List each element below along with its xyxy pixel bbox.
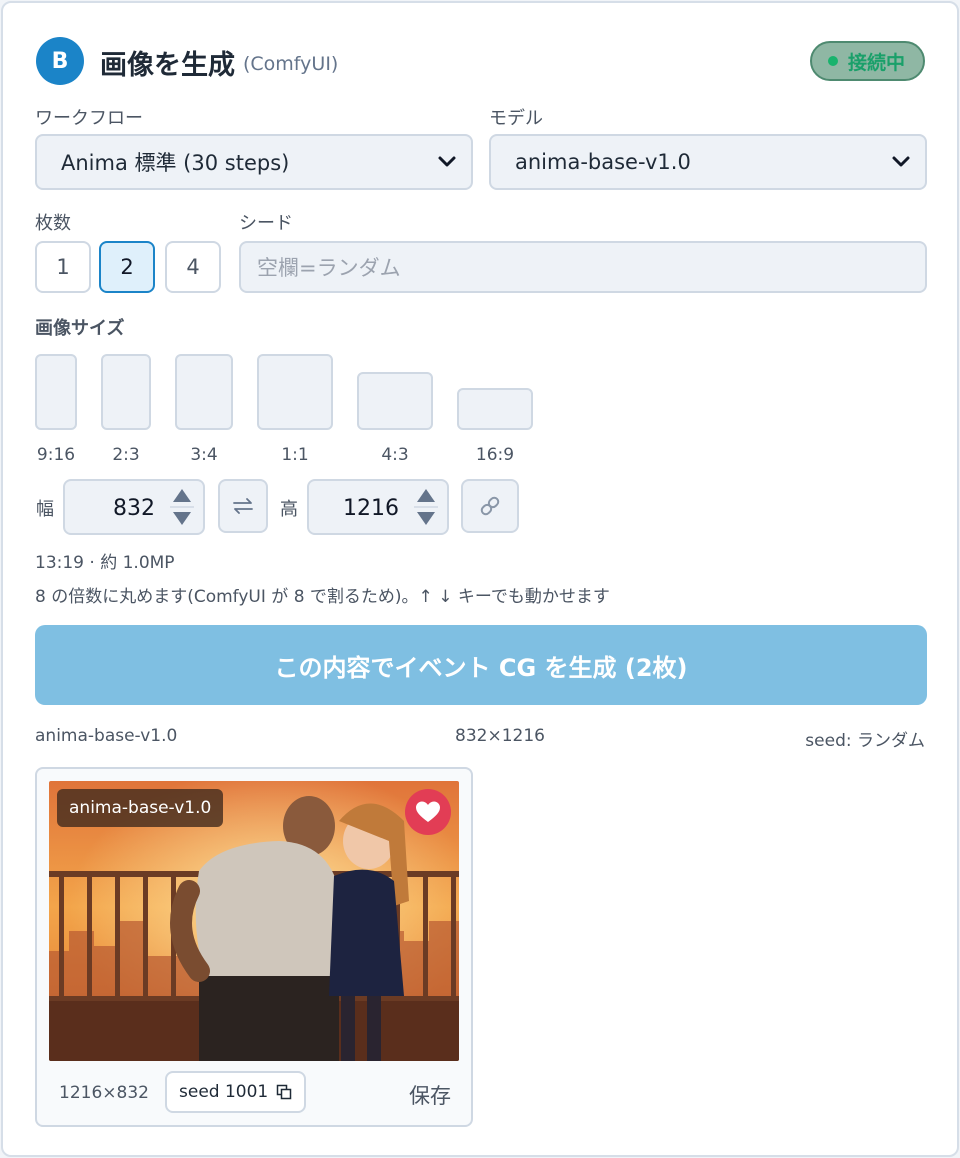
link-icon [480, 496, 500, 516]
size-summary: 13:19 · 約 1.0MP [35, 553, 175, 573]
generate-button[interactable]: この内容でイベント CG を生成 (2枚) [35, 625, 927, 705]
heart-icon [416, 801, 440, 822]
panel-subtitle: (ComfyUI) [243, 53, 339, 75]
ratio-label: 4:3 [381, 445, 409, 465]
height-label: 高 [280, 499, 298, 520]
favorite-button[interactable] [405, 789, 451, 835]
model-select[interactable]: anima-base-v1.0 [489, 134, 927, 190]
panel-badge: B [36, 37, 84, 85]
height-input[interactable]: 1216 [307, 479, 449, 535]
workflow-select[interactable]: Anima 標準 (30 steps) [35, 134, 473, 190]
swap-dimensions-button[interactable] [218, 479, 268, 533]
width-label: 幅 [36, 499, 54, 520]
chevron-down-icon [892, 156, 910, 167]
result-model: anima-base-v1.0 [35, 726, 178, 746]
ratio-label: 2:3 [112, 445, 140, 465]
status-dot-icon [827, 56, 838, 66]
seed-label: シード [239, 213, 293, 234]
ratio-3-4-button[interactable] [175, 354, 233, 430]
connection-status-badge: 接続中 [809, 41, 925, 81]
workflow-label: ワークフロー [35, 108, 143, 129]
status-text: 接続中 [847, 51, 905, 74]
ratio-label: 1:1 [281, 445, 309, 465]
image-size-label: 画像サイズ [35, 318, 125, 339]
image-model-tag: anima-base-v1.0 [57, 789, 224, 827]
generated-image[interactable]: anima-base-v1.0 [49, 781, 459, 1061]
seed-input[interactable]: 空欄=ランダム [239, 241, 927, 293]
ratio-label: 16:9 [475, 445, 515, 465]
ratio-16-9-button[interactable] [457, 388, 533, 430]
ratio-label: 9:16 [36, 445, 76, 465]
ratio-4-3-button[interactable] [357, 372, 433, 430]
result-dimensions: 832×1216 [455, 726, 545, 746]
ratio-1-1-button[interactable] [257, 354, 333, 430]
image-size-text: 1216×832 [59, 1083, 149, 1103]
ratio-2-3-button[interactable] [101, 354, 151, 430]
count-option-4[interactable]: 4 [165, 241, 221, 293]
size-note: 8 の倍数に丸めます(ComfyUI が 8 で割るため)。↑ ↓ キーでも動か… [35, 587, 610, 607]
width-value: 832 [113, 496, 155, 521]
model-label: モデル [489, 108, 543, 129]
panel-title: 画像を生成 [100, 50, 235, 81]
copy-icon [276, 1084, 292, 1100]
workflow-value: Anima 標準 (30 steps) [61, 151, 290, 175]
count-option-2[interactable]: 2 [99, 241, 155, 293]
link-aspect-button[interactable] [461, 479, 519, 533]
generate-panel: B 画像を生成 (ComfyUI) 接続中 ワークフロー Anima 標準 (3… [1, 1, 959, 1157]
seed-chip-button[interactable]: seed 1001 [165, 1071, 307, 1113]
height-value: 1216 [343, 496, 399, 521]
count-label: 枚数 [35, 213, 71, 234]
chevron-down-icon [438, 156, 456, 167]
ratio-9-16-button[interactable] [35, 354, 77, 430]
width-stepper[interactable] [167, 485, 197, 529]
swap-arrows-icon [233, 498, 253, 514]
model-value: anima-base-v1.0 [515, 150, 691, 174]
width-input[interactable]: 832 [63, 479, 205, 535]
ratio-label: 3:4 [190, 445, 218, 465]
height-stepper[interactable] [411, 485, 441, 529]
seed-chip-label: seed 1001 [179, 1082, 269, 1102]
save-button[interactable]: 保存 [409, 1080, 451, 1110]
result-card: anima-base-v1.0 1216×832 seed 1001 保存 [35, 767, 473, 1127]
result-seed: seed: ランダム [805, 731, 925, 751]
count-option-1[interactable]: 1 [35, 241, 91, 293]
